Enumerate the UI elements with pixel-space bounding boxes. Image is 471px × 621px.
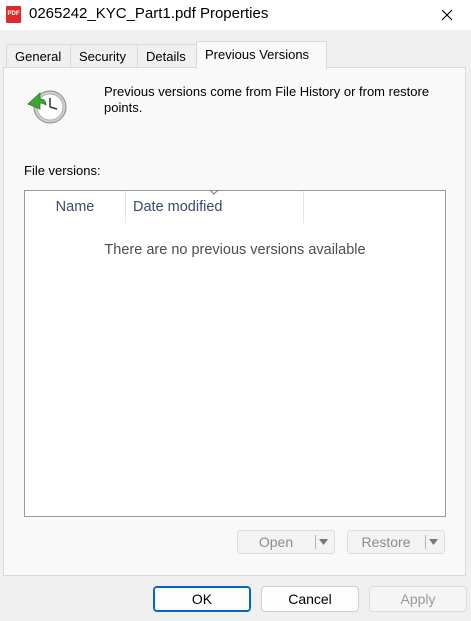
empty-list-message: There are no previous versions available xyxy=(104,242,366,258)
open-button-label: Open xyxy=(258,534,294,550)
tab-previous-versions[interactable]: Previous Versions xyxy=(196,41,327,69)
file-versions-list[interactable]: Name Date modified There are no previous… xyxy=(24,189,446,517)
tab-general[interactable]: General xyxy=(6,44,71,68)
restore-button-label: Restore xyxy=(361,534,411,550)
close-button[interactable] xyxy=(424,0,471,30)
title-bar: PDF 0265242_KYC_Part1.pdf Properties xyxy=(0,0,471,30)
clock-restore-icon xyxy=(27,90,67,124)
split-divider xyxy=(425,535,426,549)
tab-bar: General Security Details Previous Versio… xyxy=(0,41,471,69)
dropdown-arrow-icon[interactable] xyxy=(429,539,438,545)
pdf-file-icon: PDF xyxy=(6,6,21,23)
column-header-date-modified[interactable]: Date modified xyxy=(125,191,303,223)
restore-split-button[interactable]: Restore xyxy=(347,530,445,554)
window-title: 0265242_KYC_Part1.pdf Properties xyxy=(29,5,269,22)
file-versions-label: File versions: xyxy=(24,163,101,178)
close-icon xyxy=(441,9,453,21)
tab-security[interactable]: Security xyxy=(70,44,138,68)
dropdown-arrow-icon[interactable] xyxy=(319,539,328,545)
ok-button[interactable]: OK xyxy=(153,586,251,612)
column-divider xyxy=(303,191,304,223)
apply-button[interactable]: Apply xyxy=(369,586,467,612)
sort-descending-icon xyxy=(209,189,219,195)
cancel-button[interactable]: Cancel xyxy=(261,586,359,612)
column-header-name[interactable]: Name xyxy=(25,191,125,223)
previous-versions-panel: Previous versions come from File History… xyxy=(3,67,466,576)
description-text: Previous versions come from File History… xyxy=(104,84,430,115)
open-split-button[interactable]: Open xyxy=(237,530,335,554)
split-divider xyxy=(315,535,316,549)
tab-details[interactable]: Details xyxy=(137,44,197,68)
